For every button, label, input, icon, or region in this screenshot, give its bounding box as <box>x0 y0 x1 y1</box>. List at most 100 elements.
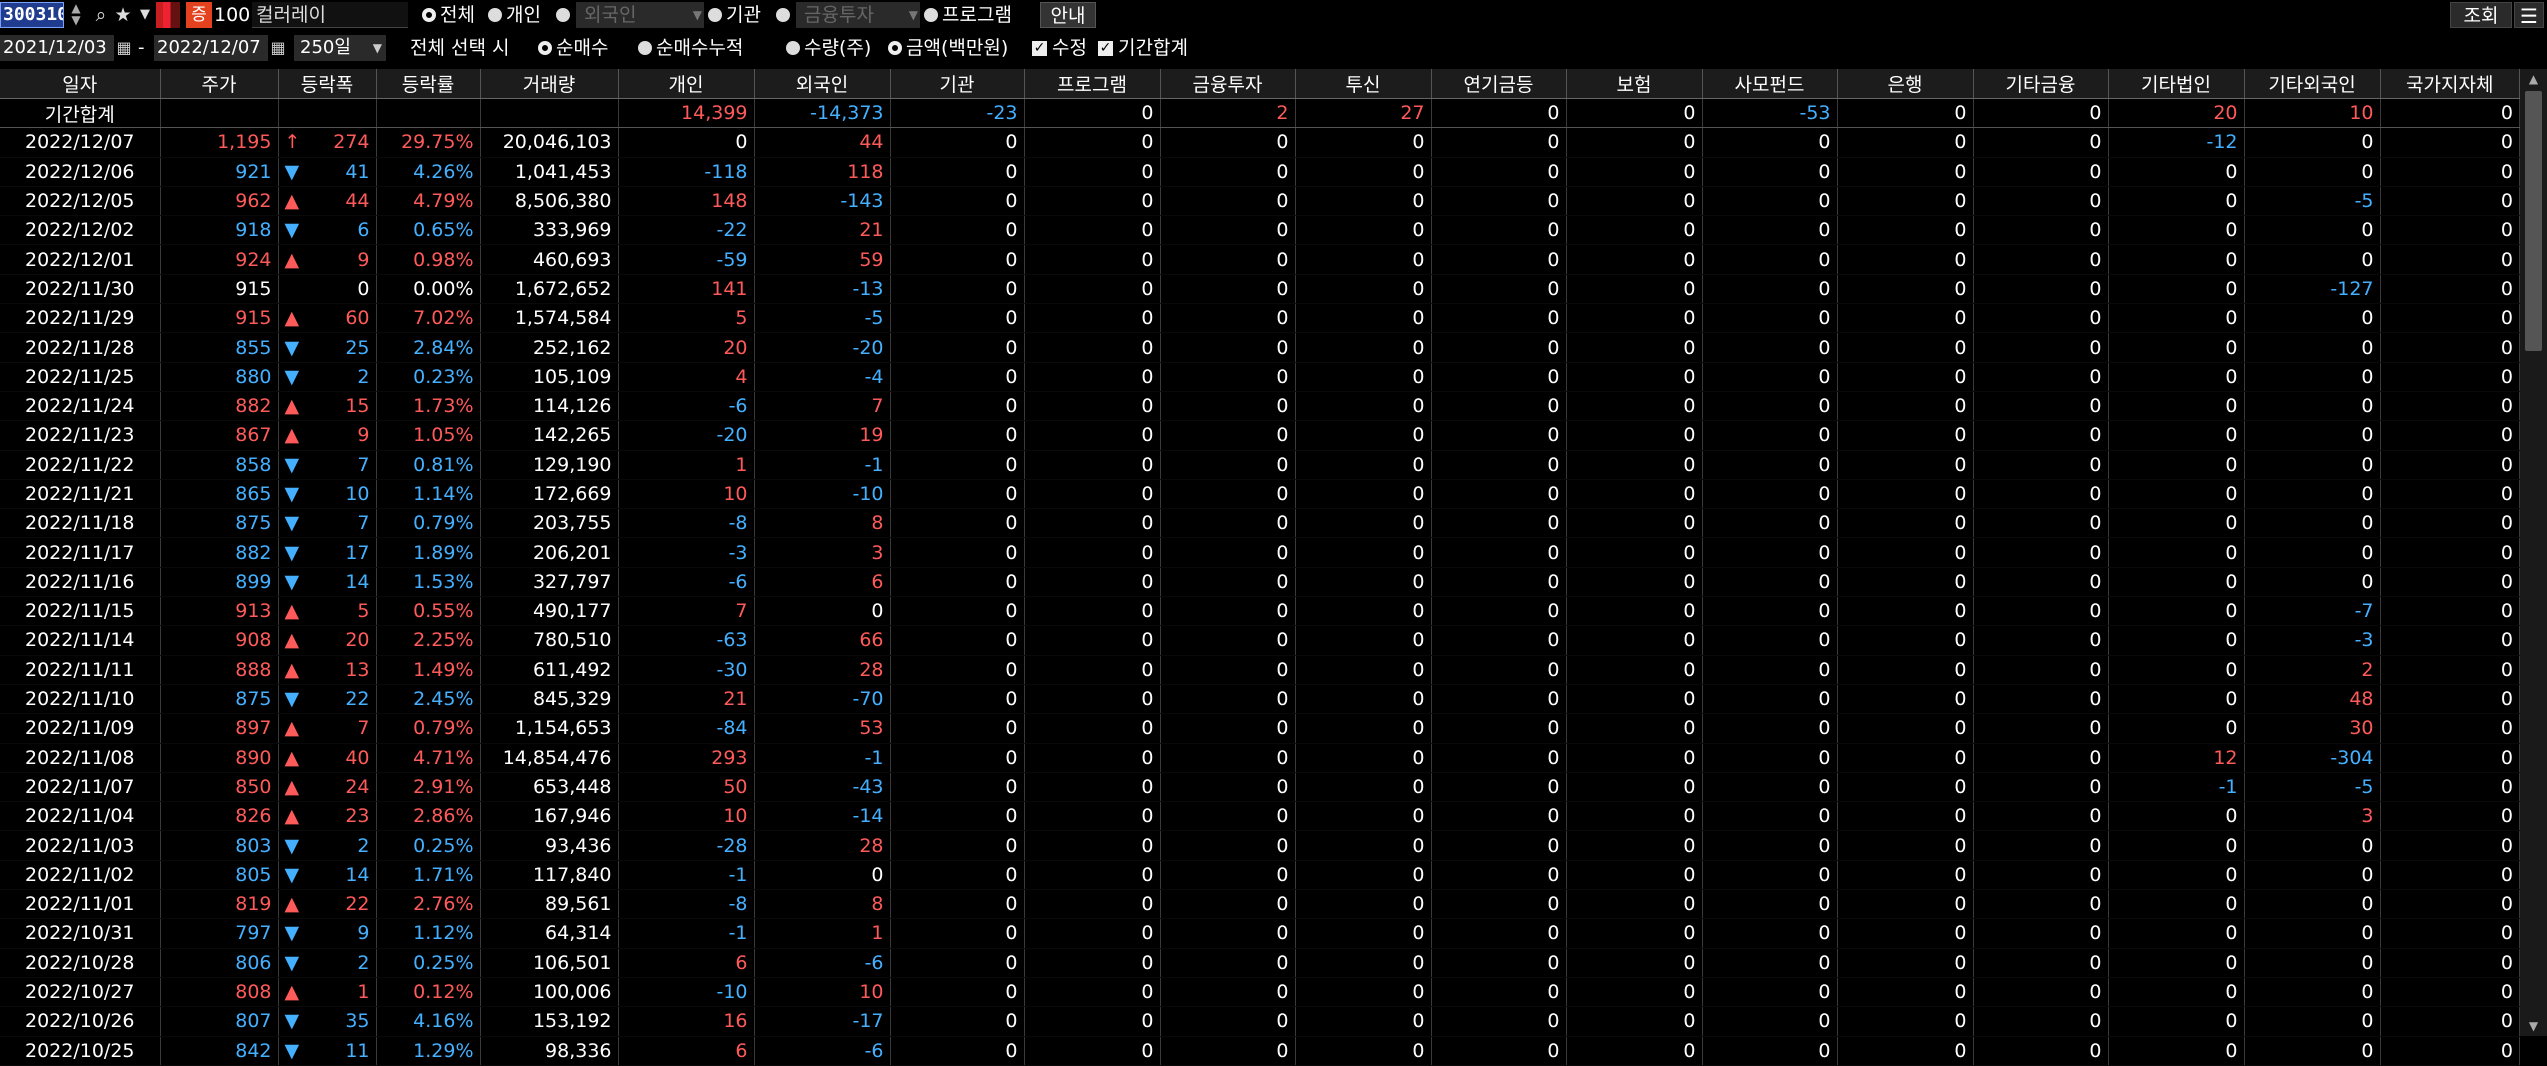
table-row[interactable]: 2022/12/05 962 ▲ 44 4.79% 8,506,380 148 -143 0 0 0… <box>0 186 2521 217</box>
net-buy-cell: 0 <box>2244 948 2381 978</box>
table-row[interactable]: 2022/11/24 882 ▲ 15 1.73% 114,126 -6 7 0 0 0 0 0 0 0 0 0… <box>0 391 2521 422</box>
column-header[interactable]: 연기금등 <box>1431 69 1567 99</box>
column-header[interactable]: 기타법인 <box>2108 69 2245 99</box>
calendar-icon[interactable]: ▦ <box>268 35 288 61</box>
column-header[interactable]: 사모펀드 <box>1702 69 1838 99</box>
radio-quantity[interactable]: 수량(주) <box>786 35 871 61</box>
column-header[interactable]: 등락폭 <box>278 69 377 99</box>
net-buy-cell: 0 <box>1024 508 1161 539</box>
scroll-down-icon[interactable]: ▼ <box>2523 1016 2544 1036</box>
star-icon[interactable]: ★ <box>112 2 134 28</box>
financial-invest-combo[interactable]: 금융투자 ▼ <box>796 2 920 28</box>
stock-code-input[interactable]: 300310 <box>0 2 64 28</box>
vertical-scrollbar[interactable]: ▲ ▼ <box>2520 69 2547 1036</box>
guide-button[interactable]: 안내 <box>1040 2 1096 28</box>
dropdown-arrow-icon[interactable]: ▼ <box>134 2 156 28</box>
table-row[interactable]: 2022/11/25 880 ▼ 2 0.23% 105,109 4 -4 0 0 0 0 0 0 0 0 0 0… <box>0 362 2521 392</box>
net-buy-cell: 8 <box>754 508 891 539</box>
table-row[interactable]: 2022/11/08 890 ▲ 40 4.71% 14,854,476 293 -1 0 0 0 0… <box>0 743 2521 773</box>
table-row[interactable]: 2022/12/01 924 ▲ 9 0.98% 460,693 -59 59 0 0 0 0 0 0 0 0… <box>0 244 2521 275</box>
table-row[interactable]: 2022/10/26 807 ▼ 35 4.16% 153,192 16 -17 0 0 0 0 0 0 0… <box>0 1006 2521 1037</box>
start-date-input[interactable]: 2021/12/03 <box>0 35 114 61</box>
table-row[interactable]: 2022/11/04 826 ▲ 23 2.86% 167,946 10 -14 0 0 0 0 0 0 0… <box>0 801 2521 832</box>
table-row[interactable]: 2022/10/31 797 ▼ 9 1.12% 64,314 -1 1 0 0 0 0 0 0 0 0 0 0 0… <box>0 918 2521 949</box>
search-icon[interactable]: ⌕ <box>90 2 112 28</box>
end-date-input[interactable]: 2022/12/07 <box>154 35 268 61</box>
scrollbar-thumb[interactable] <box>2525 91 2542 351</box>
column-header[interactable]: 일자 <box>0 69 161 99</box>
column-header[interactable]: 개인 <box>618 69 755 99</box>
checkbox-period-total[interactable]: ✓ 기간합계 <box>1098 35 1188 61</box>
table-row[interactable]: 2022/11/21 865 ▼ 10 1.14% 172,669 10 -10 0 0 0 0 0 0 0… <box>0 479 2521 510</box>
table-row[interactable]: 2022/11/30 915 0 0.00% 1,672,652 141 -13 0 0 0 0 0 0… <box>0 274 2521 305</box>
table-row[interactable]: 2022/11/18 875 ▼ 7 0.79% 203,755 -8 8 0 0 0 0 0 0 0 0 0 0… <box>0 508 2521 539</box>
table-row[interactable]: 2022/11/16 899 ▼ 14 1.53% 327,797 -6 6 0 0 0 0 0 0 0 0 0… <box>0 567 2521 598</box>
column-header[interactable]: 외국인 <box>754 69 891 99</box>
net-buy-cell: 10 <box>618 479 755 510</box>
table-row[interactable]: 2022/12/02 918 ▼ 6 0.65% 333,969 -22 21 0 0 0 0 0 0 0 0… <box>0 215 2521 246</box>
checkbox-adjusted[interactable]: ✓ 수정 <box>1032 35 1087 61</box>
column-header[interactable]: 기타금융 <box>1973 69 2109 99</box>
period-count-select[interactable]: 250일 ▼ <box>294 35 386 61</box>
table-row[interactable]: 2022/11/10 875 ▼ 22 2.45% 845,329 21 -70 0 0 0 0 0 0 0… <box>0 684 2521 715</box>
foreign-combo[interactable]: 외국인 ▼ <box>576 2 704 28</box>
radio-amount[interactable]: 금액(백만원) <box>888 35 1008 61</box>
column-header[interactable]: 기관 <box>890 69 1025 99</box>
code-spinner[interactable]: ▲ ▼ <box>65 2 87 28</box>
table-row[interactable]: 2022/11/14 908 ▲ 20 2.25% 780,510 -63 66 0 0 0 0 0 0 0… <box>0 625 2521 656</box>
table-row[interactable]: 2022/11/15 913 ▲ 5 0.55% 490,177 7 0 0 0 0 0 0 0 0 0 0 0-… <box>0 596 2521 627</box>
column-header[interactable]: 국가지자체 <box>2380 69 2521 99</box>
table-row[interactable]: 2022/10/25 842 ▼ 11 1.29% 98,336 6 -6 0 0 0 0 0 0 0 0 0 0… <box>0 1036 2521 1066</box>
table-row[interactable]: 2022/10/28 806 ▼ 2 0.25% 106,501 6 -6 0 0 0 0 0 0 0 0 0 0… <box>0 948 2521 978</box>
radio-program[interactable]: 프로그램 <box>924 2 1012 28</box>
table-row[interactable]: 2022/11/07 850 ▲ 24 2.91% 653,448 50 -43 0 0 0 0 0 0 0… <box>0 772 2521 803</box>
radio-institution[interactable]: 기관 <box>708 2 761 28</box>
net-buy-cell: 0 <box>1837 684 1974 715</box>
table-row[interactable]: 2022/11/01 819 ▲ 22 2.76% 89,561 -8 8 0 0 0 0 0 0 0 0 0 0… <box>0 889 2521 920</box>
volume-cell: 8,506,380 <box>480 186 619 217</box>
table-row[interactable]: 2022/11/23 867 ▲ 9 1.05% 142,265 -20 19 0 0 0 0 0 0 0 0… <box>0 420 2521 451</box>
change-rate-cell: 4.79% <box>376 186 481 217</box>
column-header[interactable]: 등락률 <box>376 69 481 99</box>
radio-financial-invest[interactable] <box>776 2 790 28</box>
column-header[interactable]: 기타외국인 <box>2244 69 2381 99</box>
radio-net-buy-cumulative[interactable]: 순매수누적 <box>638 35 743 61</box>
net-buy-cell: 0 <box>1837 244 1974 275</box>
table-row[interactable]: 2022/11/03 803 ▼ 2 0.25% 93,436 -28 28 0 0 0 0 0 0 0 0 0… <box>0 830 2521 861</box>
column-header[interactable]: 주가 <box>160 69 279 99</box>
column-header[interactable]: 금융투자 <box>1160 69 1296 99</box>
query-button[interactable]: 조회 <box>2450 2 2512 28</box>
calendar-icon[interactable]: ▦ <box>114 35 134 61</box>
scroll-up-icon[interactable]: ▲ <box>2523 69 2544 89</box>
net-buy-cell: 0 <box>1160 772 1296 803</box>
table-row[interactable]: 2022/11/29 915 ▲ 60 7.02% 1,574,584 5 -5 0 0 0 0 0 0 0… <box>0 303 2521 334</box>
column-header[interactable]: 투신 <box>1295 69 1432 99</box>
net-buy-cell: -8 <box>618 889 755 920</box>
table-row[interactable]: 2022/11/11 888 ▲ 13 1.49% 611,492 -30 28 0 0 0 0 0 0 0… <box>0 655 2521 685</box>
radio-dot-selected-icon <box>422 8 436 22</box>
radio-net-buy[interactable]: 순매수 <box>538 35 608 61</box>
radio-foreign[interactable] <box>556 2 570 28</box>
net-buy-cell: 0 <box>2108 479 2245 510</box>
table-row[interactable]: 2022/10/27 808 ▲ 1 0.12% 100,006 -10 10 0 0 0 0 0 0 0 0… <box>0 977 2521 1008</box>
date-cell: 2022/11/25 <box>0 362 161 392</box>
table-row[interactable]: 2022/11/02 805 ▼ 14 1.71% 117,840 -1 0 0 0 0 0 0 0 0 0 0… <box>0 860 2521 891</box>
column-header[interactable]: 프로그램 <box>1024 69 1161 99</box>
table-row[interactable]: 2022/12/06 921 ▼ 41 4.26% 1,041,453 -118 118 0 0 0… <box>0 157 2521 187</box>
price-cell: 865 <box>160 479 279 510</box>
table-row[interactable]: 2022/11/22 858 ▼ 7 0.81% 129,190 1 -1 0 0 0 0 0 0 0 0 0 0… <box>0 450 2521 480</box>
stock-name-field[interactable]: 컬러레이 <box>252 2 408 28</box>
radio-all[interactable]: 전체 <box>422 2 475 28</box>
table-row[interactable]: 2022/11/09 897 ▲ 7 0.79% 1,154,653 -84 53 0 0 0 0 0 0… <box>0 713 2521 744</box>
net-buy-cell: 0 <box>1160 127 1296 158</box>
table-row[interactable]: 2022/12/07 1,195 ↑ 274 29.75% 20,046,103 0 44 0 0… <box>0 127 2521 158</box>
price-cell: 924 <box>160 244 279 275</box>
radio-individual[interactable]: 개인 <box>488 2 541 28</box>
column-header[interactable]: 은행 <box>1837 69 1974 99</box>
table-row[interactable]: 2022/11/28 855 ▼ 25 2.84% 252,162 20 -20 0 0 0 0 0 0 0… <box>0 332 2521 363</box>
column-header[interactable]: 보험 <box>1566 69 1703 99</box>
price-cell: 921 <box>160 157 279 187</box>
table-row[interactable]: 2022/11/17 882 ▼ 17 1.89% 206,201 -3 3 0 0 0 0 0 0 0 0 0… <box>0 537 2521 568</box>
menu-icon[interactable]: ☰ <box>2514 2 2544 28</box>
column-header[interactable]: 거래량 <box>480 69 619 99</box>
